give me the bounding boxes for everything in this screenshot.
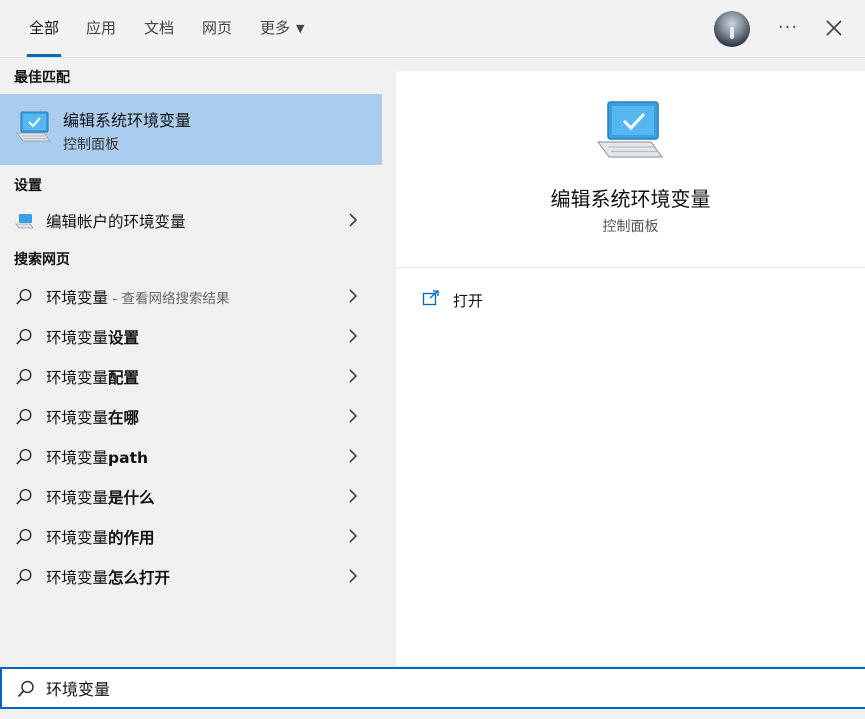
best-match-title: 编辑系统环境变量 xyxy=(63,111,192,130)
web-search-item[interactable]: 环境变量 - 查看网络搜索结果 xyxy=(0,277,382,315)
tab-documents[interactable]: 文档 xyxy=(144,0,174,58)
suggestion-text: 是什么 xyxy=(108,489,155,507)
chevron-right-icon xyxy=(349,213,358,227)
search-icon xyxy=(16,488,32,505)
search-icon xyxy=(16,528,32,545)
suggestion-text: 配置 xyxy=(108,369,140,387)
chevron-right-icon xyxy=(349,569,358,583)
search-icon xyxy=(16,568,32,585)
preview-title: 编辑系统环境变量 xyxy=(550,187,711,211)
search-icon xyxy=(16,328,32,345)
chevron-right-icon xyxy=(349,289,358,303)
web-search-item[interactable]: 环境变量是什么 xyxy=(0,477,382,515)
tab-apps[interactable]: 应用 xyxy=(86,0,116,58)
web-search-label: 环境变量在哪 xyxy=(46,406,139,428)
web-search-item[interactable]: 环境变量path xyxy=(0,437,382,475)
chevron-right-icon xyxy=(349,329,358,343)
search-icon xyxy=(17,680,34,698)
tab-web[interactable]: 网页 xyxy=(202,0,232,58)
web-search-label: 环境变量是什么 xyxy=(46,486,155,508)
web-search-item[interactable]: 环境变量的作用 xyxy=(0,517,382,555)
chevron-right-icon xyxy=(349,489,358,503)
best-match-subtitle: 控制面板 xyxy=(63,137,119,153)
search-icon xyxy=(16,288,32,305)
more-options-button[interactable]: ··· xyxy=(774,14,802,42)
tab-all[interactable]: 全部 xyxy=(26,0,62,58)
divider xyxy=(396,267,865,268)
suggestion-text: 设置 xyxy=(108,329,140,347)
web-search-label: 环境变量的作用 xyxy=(46,526,155,548)
computer-monitor-icon xyxy=(16,111,51,142)
tab-more[interactable]: 更多 ▼ xyxy=(260,0,304,58)
query-text: 环境变量 xyxy=(46,529,109,547)
web-search-label: 环境变量设置 xyxy=(46,326,139,348)
web-result-hint: - 查看网络搜索结果 xyxy=(108,291,230,307)
search-scope-tabs: 全部 应用 文档 网页 更多 ▼ ··· xyxy=(0,0,865,58)
query-text: 环境变量 xyxy=(46,289,109,307)
search-window: 全部 应用 文档 网页 更多 ▼ ··· 最佳匹配 编辑系统环境变量 控制面板 设 xyxy=(0,0,865,719)
settings-item-label: 编辑帐户的环境变量 xyxy=(46,213,186,231)
search-icon xyxy=(16,368,32,385)
best-match-item[interactable]: 编辑系统环境变量 控制面板 xyxy=(0,94,382,165)
suggestion-text: 的作用 xyxy=(108,529,155,547)
results-list: 最佳匹配 编辑系统环境变量 控制面板 设置 编辑帐户的环境变量 搜索网页 环境变… xyxy=(0,59,382,665)
web-search-item[interactable]: 环境变量怎么打开 xyxy=(0,557,382,595)
web-search-item[interactable]: 环境变量设置 xyxy=(0,317,382,355)
suggestion-text: 怎么打开 xyxy=(108,569,171,587)
query-text: 环境变量 xyxy=(46,489,109,507)
open-action-label: 打开 xyxy=(453,292,484,310)
web-search-item[interactable]: 环境变量配置 xyxy=(0,357,382,395)
section-heading-settings: 设置 xyxy=(14,178,42,194)
chevron-down-icon: ▼ xyxy=(296,22,305,35)
open-external-icon xyxy=(422,290,439,306)
settings-monitor-icon xyxy=(15,214,34,229)
chevron-right-icon xyxy=(349,369,358,383)
chevron-right-icon xyxy=(349,409,358,423)
suggestion-text: 在哪 xyxy=(108,409,140,427)
query-text: 环境变量 xyxy=(46,449,109,467)
web-search-label: 环境变量 - 查看网络搜索结果 xyxy=(46,286,229,308)
query-text: 环境变量 xyxy=(46,369,109,387)
close-button[interactable] xyxy=(820,14,848,42)
search-icon xyxy=(16,448,32,465)
chevron-right-icon xyxy=(349,529,358,543)
query-text: 环境变量 xyxy=(46,329,109,347)
preview-pane: 编辑系统环境变量 控制面板 打开 xyxy=(396,71,865,665)
computer-monitor-icon xyxy=(596,101,664,158)
close-icon xyxy=(826,20,842,36)
search-input[interactable] xyxy=(46,675,826,701)
section-heading-best-match: 最佳匹配 xyxy=(14,70,70,86)
avatar[interactable] xyxy=(714,11,750,47)
chevron-right-icon xyxy=(349,449,358,463)
suggestion-text: path xyxy=(108,449,149,467)
web-search-item[interactable]: 环境变量在哪 xyxy=(0,397,382,435)
query-text: 环境变量 xyxy=(46,409,109,427)
query-text: 环境变量 xyxy=(46,569,109,587)
web-search-label: 环境变量配置 xyxy=(46,366,139,388)
search-icon xyxy=(16,408,32,425)
preview-subtitle: 控制面板 xyxy=(602,219,659,235)
search-box[interactable] xyxy=(0,667,865,709)
web-search-label: 环境变量path xyxy=(46,446,148,468)
settings-item-edit-account-env[interactable]: 编辑帐户的环境变量 xyxy=(0,201,382,239)
section-heading-web-search: 搜索网页 xyxy=(14,252,70,268)
web-search-label: 环境变量怎么打开 xyxy=(46,566,170,588)
